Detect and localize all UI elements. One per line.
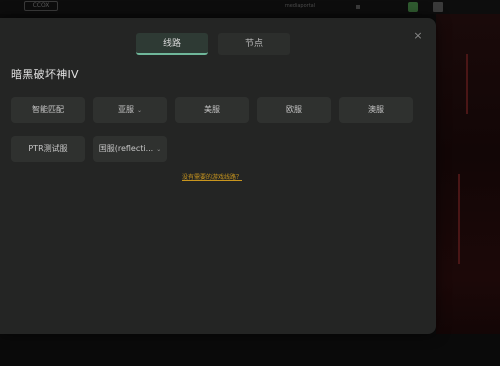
route-label: 亚服 — [117, 105, 134, 114]
route-smart-match-button[interactable]: 智能匹配 — [11, 97, 85, 123]
route-us-button[interactable]: 美服 — [175, 97, 249, 123]
route-au-button[interactable]: 澳服 — [339, 97, 413, 123]
chevron-down-icon: ⌄ — [136, 107, 143, 114]
tab-routes[interactable]: 线路 — [136, 33, 208, 55]
background-art-streak — [466, 54, 468, 114]
route-label: 美服 — [204, 105, 220, 114]
route-label: 澳服 — [368, 105, 384, 114]
route-eu-button[interactable]: 欧服 — [257, 97, 331, 123]
route-label: 欧服 — [286, 105, 302, 114]
background-menu-icon — [356, 5, 360, 9]
route-label: 智能匹配 — [32, 105, 64, 114]
background-status-icon — [408, 2, 418, 12]
background-window-icon — [433, 2, 443, 12]
feedback-link[interactable]: 没有需要的游戏线路？ — [182, 172, 242, 181]
background-bottom-bar — [0, 334, 500, 366]
route-ptr-button[interactable]: PTR测试服 — [11, 136, 85, 162]
tab-nodes[interactable]: 节点 — [218, 33, 290, 55]
close-icon[interactable]: × — [412, 30, 424, 42]
background-game-art — [436, 14, 500, 366]
route-label: 国服(reflecti... — [98, 144, 154, 153]
background-topbar: CCOX mediaportal — [0, 0, 500, 14]
route-asia-button[interactable]: 亚服 ⌄ — [93, 97, 167, 123]
background-logo: CCOX — [24, 1, 58, 11]
route-cn-button[interactable]: 国服(reflecti... ⌄ — [93, 136, 167, 162]
background-window-title: mediaportal — [284, 3, 316, 9]
dialog-tabs: 线路 节点 — [136, 33, 290, 57]
route-select-dialog: 线路 节点 × 暗黑破坏神IV 智能匹配 亚服 ⌄ 美服 欧服 澳服 PTR测试服… — [0, 18, 436, 334]
chevron-down-icon: ⌄ — [156, 146, 162, 153]
game-title: 暗黑破坏神IV — [11, 68, 79, 81]
background-art-streak — [458, 174, 460, 264]
route-label: PTR测试服 — [28, 144, 68, 153]
